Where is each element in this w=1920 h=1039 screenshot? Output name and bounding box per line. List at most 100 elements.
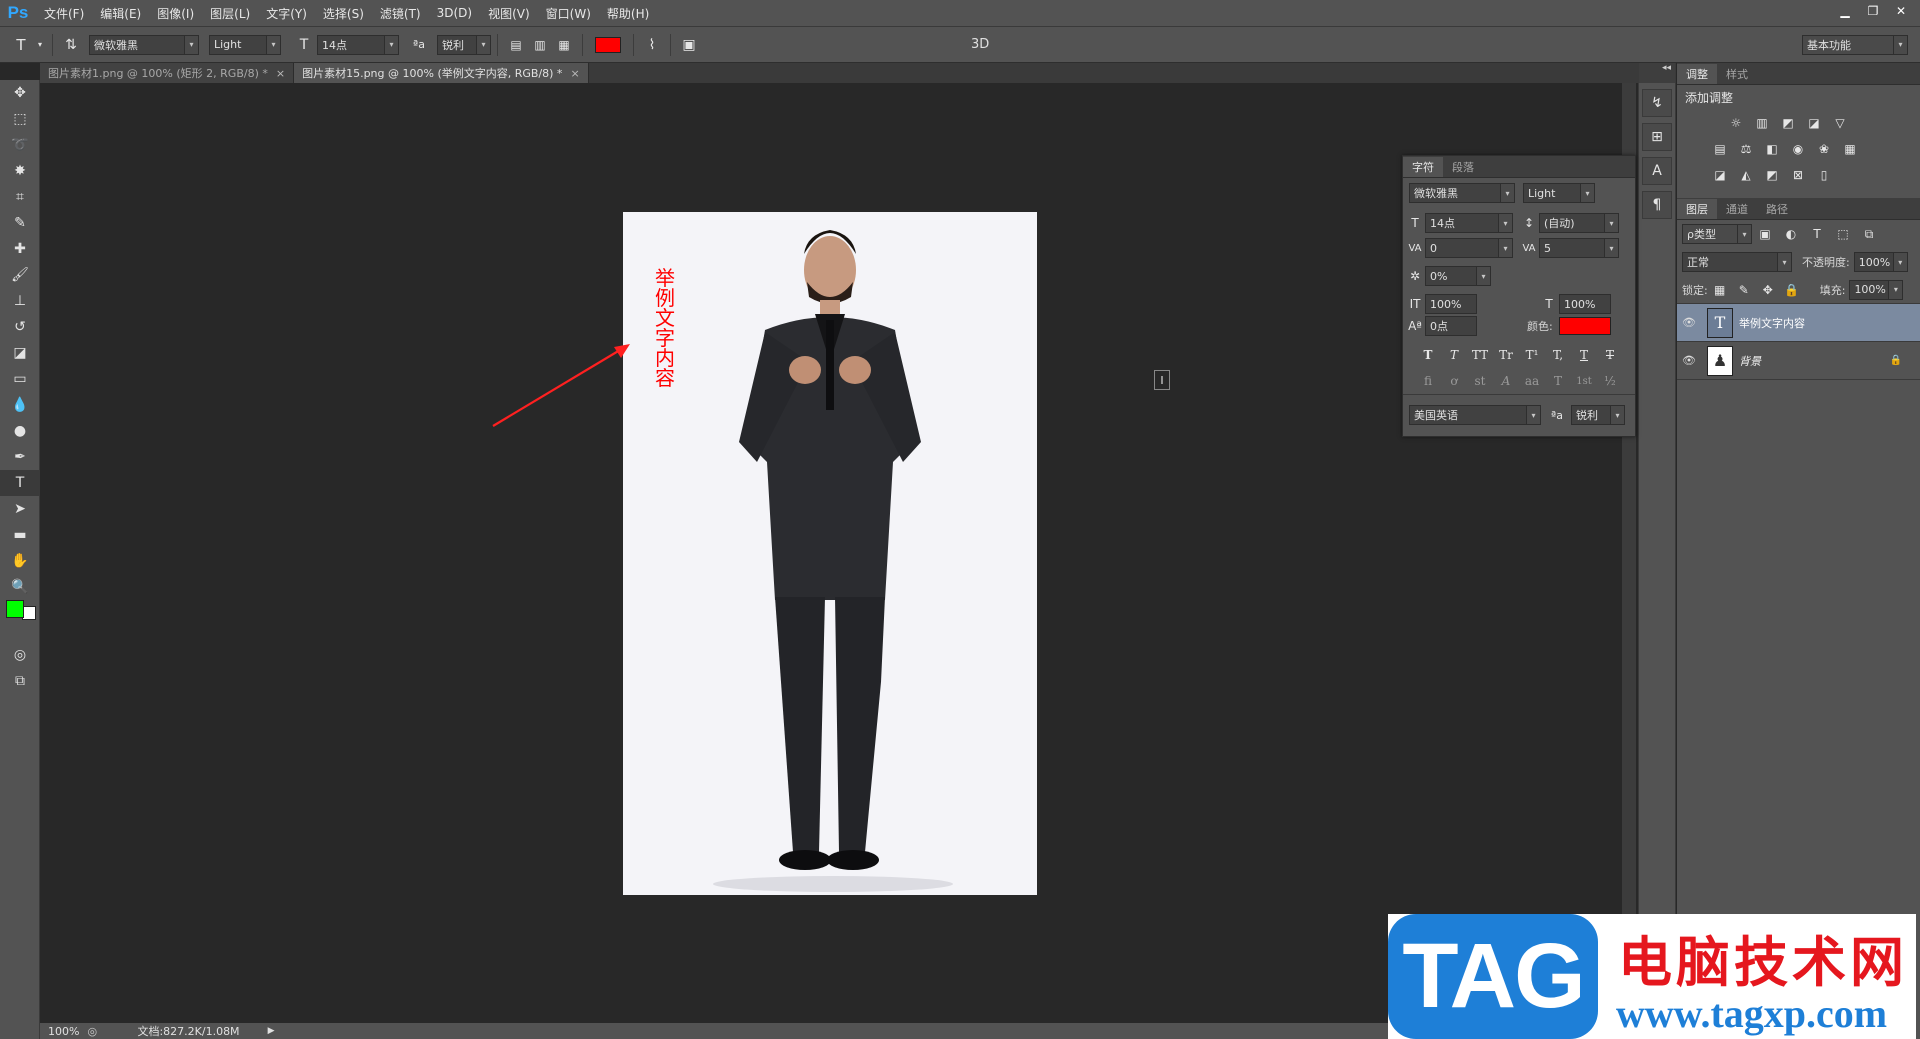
lock-position-icon[interactable]: ✥ [1760,282,1776,298]
quick-mask-icon[interactable]: ◎ [0,642,40,668]
warp-text-icon[interactable]: ⌇ [640,37,664,53]
exposure-icon[interactable]: ◪ [1806,115,1822,131]
history-panel-icon[interactable]: ↯ [1642,89,1672,117]
tab-layers[interactable]: 图层 [1677,199,1717,219]
status-info-icon[interactable]: ◎ [87,1025,103,1038]
faux-italic-button[interactable]: T [1441,348,1467,362]
char-size-field[interactable]: 14点 ▾ [1425,213,1513,233]
menu-layer[interactable]: 图层(L) [202,5,258,22]
path-selection-tool-icon[interactable]: ➤ [0,496,40,522]
eyedropper-tool-icon[interactable]: ✎ [0,210,40,236]
gradient-map-icon[interactable]: ▯ [1816,167,1832,183]
rectangle-tool-icon[interactable]: ▬ [0,522,40,548]
baseline-field[interactable]: 0点 [1425,316,1477,336]
layer-filter-select[interactable]: ρ类型 ▾ [1682,224,1752,244]
menu-filter[interactable]: 滤镜(T) [372,5,429,22]
tab-channels[interactable]: 通道 [1717,199,1757,219]
lasso-tool-icon[interactable]: ➰ [0,132,40,158]
marquee-tool-icon[interactable]: ⬚ [0,106,40,132]
color-balance-icon[interactable]: ⚖ [1738,141,1754,157]
align-right-icon[interactable]: ▦ [552,38,576,52]
tab-styles[interactable]: 样式 [1717,64,1757,84]
font-family-select[interactable]: 微软雅黑 ▾ [89,34,199,55]
ligature-button[interactable]: fi [1415,374,1441,388]
layer-row-background[interactable]: 👁 ♟ 背景 🔒 [1677,342,1920,380]
opacity-field[interactable]: 100% ▾ [1853,252,1908,272]
text-color-swatch[interactable] [595,36,621,53]
filter-smart-icon[interactable]: ⧉ [1861,226,1877,242]
type-tool-preset-icon[interactable]: T [8,36,34,54]
align-center-icon[interactable]: ▥ [528,38,552,52]
menu-edit[interactable]: 编辑(E) [92,5,149,22]
close-icon[interactable]: × [570,67,579,80]
vibrance-icon[interactable]: ▽ [1832,115,1848,131]
char-color-swatch[interactable] [1559,317,1611,335]
zoom-level[interactable]: 100% [40,1025,87,1038]
toggle-orientation-icon[interactable]: ⇅ [59,37,83,53]
menu-help[interactable]: 帮助(H) [599,5,657,22]
tracking-field[interactable]: 5 ▾ [1539,238,1619,258]
eraser-tool-icon[interactable]: ◪ [0,340,40,366]
menu-select[interactable]: 选择(S) [315,5,372,22]
menu-image[interactable]: 图像(I) [149,5,202,22]
filter-type-icon[interactable]: T [1809,226,1825,242]
black-white-icon[interactable]: ◧ [1764,141,1780,157]
tab-adjustments[interactable]: 调整 [1677,64,1717,84]
lock-all-icon[interactable]: 🔒 [1784,282,1800,298]
menu-view[interactable]: 视图(V) [480,5,538,22]
document-image[interactable] [623,212,1037,895]
close-icon[interactable]: ✕ [1888,2,1914,20]
filter-pixel-icon[interactable]: ▣ [1757,226,1773,242]
paragraph-panel-icon[interactable]: ¶ [1642,191,1672,219]
invert-icon[interactable]: ◪ [1712,167,1728,183]
foreground-color-swatch[interactable] [6,600,24,618]
magic-wand-tool-icon[interactable]: ✸ [0,158,40,184]
language-select[interactable]: 美国英语 ▾ [1409,405,1541,425]
levels-icon[interactable]: ▥ [1754,115,1770,131]
leading-field[interactable]: (自动) ▾ [1539,213,1619,233]
history-brush-tool-icon[interactable]: ↺ [0,314,40,340]
tsume-field[interactable]: 0% ▾ [1425,266,1491,286]
screen-mode-icon[interactable]: ⧉ [0,668,40,694]
menu-window[interactable]: 窗口(W) [538,5,599,22]
char-font-family-select[interactable]: 微软雅黑 ▾ [1409,183,1515,203]
blend-mode-select[interactable]: 正常 ▾ [1682,252,1792,272]
hand-tool-icon[interactable]: ✋ [0,548,40,574]
brush-tool-icon[interactable]: 🖌 [0,262,40,288]
menu-file[interactable]: 文件(F) [36,5,92,22]
hue-saturation-icon[interactable]: ▤ [1712,141,1728,157]
strikethrough-button[interactable]: T [1597,348,1623,362]
character-panel-toggle-icon[interactable]: ▣ [677,37,701,53]
titling-alternates-button[interactable]: T [1545,374,1571,388]
crop-tool-icon[interactable]: ⌗ [0,184,40,210]
layer-row-text[interactable]: 👁 T 举例文字内容 [1677,304,1920,342]
char-antialias-select[interactable]: 锐利 ▾ [1571,405,1625,425]
horizontal-scale-field[interactable]: 100% [1559,294,1611,314]
discretionary-ligature-button[interactable]: st [1467,374,1493,388]
eye-icon[interactable]: 👁 [1677,354,1701,367]
char-font-style-select[interactable]: Light ▾ [1523,183,1595,203]
filter-adjustment-icon[interactable]: ◐ [1783,226,1799,242]
threshold-icon[interactable]: ◩ [1764,167,1780,183]
selective-color-icon[interactable]: ⊠ [1790,167,1806,183]
chevron-down-icon[interactable]: ▾ [34,40,46,49]
kerning-field[interactable]: 0 ▾ [1425,238,1513,258]
move-tool-icon[interactable]: ✥ [0,80,40,106]
font-size-select[interactable]: 14点 ▾ [317,34,399,55]
superscript-button[interactable]: T¹ [1519,348,1545,362]
lock-transparent-icon[interactable]: ▦ [1712,282,1728,298]
fill-field[interactable]: 100% ▾ [1849,279,1904,300]
3d-mode-label[interactable]: 3D [971,37,989,52]
font-style-select[interactable]: Light ▾ [209,34,281,55]
tab-paragraph[interactable]: 段落 [1443,157,1483,177]
menu-3d[interactable]: 3D(D) [429,6,480,20]
photo-filter-icon[interactable]: ◉ [1790,141,1806,157]
stylistic-alternates-button[interactable]: aa [1519,374,1545,388]
old-style-button[interactable]: ơ [1441,374,1467,388]
properties-panel-icon[interactable]: ⊞ [1642,123,1672,151]
pen-tool-icon[interactable]: ✒ [0,444,40,470]
fractions-button[interactable]: ½ [1597,374,1623,388]
menu-type[interactable]: 文字(Y) [258,5,315,22]
color-lookup-icon[interactable]: ▦ [1842,141,1858,157]
all-caps-button[interactable]: TT [1467,348,1493,362]
